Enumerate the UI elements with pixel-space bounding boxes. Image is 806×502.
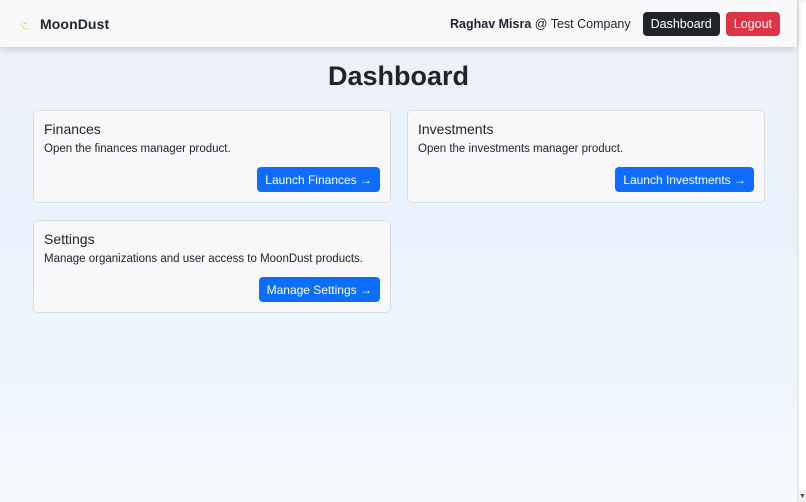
card-title: Settings xyxy=(44,231,95,247)
user-org: @ Test Company xyxy=(534,16,631,31)
manage-settings-button[interactable]: Manage Settings → xyxy=(258,277,380,302)
card-title: Investments xyxy=(418,121,494,137)
brand-name: MoonDust xyxy=(40,15,110,32)
dashboard-button[interactable]: Dashboard xyxy=(642,11,720,36)
brand-link[interactable]: MoonDust xyxy=(20,16,109,32)
launch-finances-button[interactable]: Launch Finances → xyxy=(257,167,380,192)
scroll-down-arrow-icon[interactable]: ▼ xyxy=(798,492,806,502)
user-info: Raghav Misra @ Test Company xyxy=(450,17,631,31)
card-finances: Finances Open the finances manager produ… xyxy=(33,110,391,203)
card-description: Manage organizations and user access to … xyxy=(44,253,363,265)
launch-investments-button[interactable]: Launch Investments → xyxy=(615,167,754,192)
page-title: Dashboard xyxy=(327,61,470,91)
card-settings: Settings Manage organizations and user a… xyxy=(33,220,391,313)
user-name: Raghav Misra xyxy=(450,16,532,31)
card-investments: Investments Open the investments manager… xyxy=(407,110,765,203)
navbar: MoonDust Raghav Misra @ Test Company Das… xyxy=(0,0,797,47)
card-description: Open the investments manager product. xyxy=(418,143,624,155)
scrollbar-thumb[interactable] xyxy=(799,2,806,490)
vertical-scrollbar[interactable]: ▼ xyxy=(797,0,806,502)
nav-right: Raghav Misra @ Test Company Dashboard Lo… xyxy=(450,11,780,36)
card-title: Finances xyxy=(44,121,101,137)
page: MoonDust Raghav Misra @ Test Company Das… xyxy=(0,0,797,502)
logout-button[interactable]: Logout xyxy=(725,11,780,36)
moon-icon xyxy=(20,17,34,31)
card-description: Open the finances manager product. xyxy=(44,143,231,155)
